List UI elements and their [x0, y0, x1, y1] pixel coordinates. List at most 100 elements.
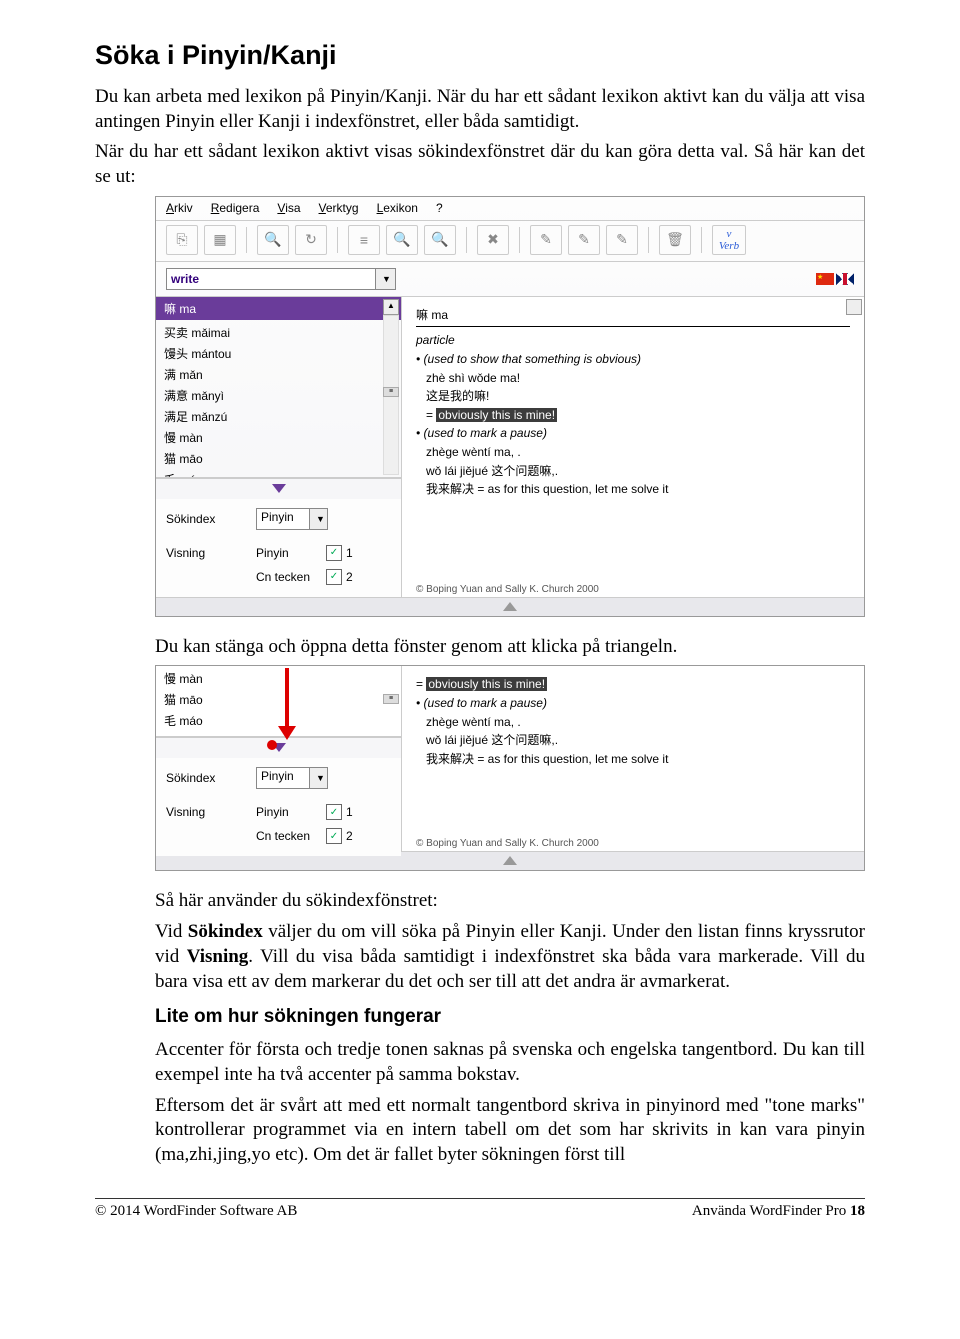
para-4a: Så här använder du sökindexfönstret: [155, 889, 865, 914]
subheading: Lite om hur sökningen fungerar [155, 1006, 865, 1028]
app-window-2: ≡ 慢 màn 猫 māo 毛 máo Söki [155, 665, 865, 871]
entry-example-pinyin2: wǒ lái jiějué 这个问题嘛,. [416, 464, 850, 480]
checkbox-cntecken[interactable]: ✓ [326, 828, 342, 844]
triangle-up-icon [503, 602, 517, 611]
paste-icon[interactable]: ▦ [204, 225, 236, 255]
pen1-icon[interactable]: ✎ [530, 225, 562, 255]
para-3: Du kan stänga och öppna detta fönster ge… [155, 635, 865, 660]
search-input[interactable] [166, 268, 376, 290]
checkbox-cntecken[interactable]: ✓ [326, 569, 342, 585]
label-visning: Visning [166, 805, 256, 819]
para-1: Du kan arbeta med lexikon på Pinyin/Kanj… [95, 85, 865, 134]
wordlist: ▲ ≡ 嘛 ma 买卖 mǎimai 馒头 mántou 满 mǎn 满意 mǎ… [156, 297, 401, 478]
entry-example-line: 我来解决 = as for this question, let me solv… [416, 752, 850, 768]
list-item[interactable]: 慢 màn [156, 668, 401, 689]
app-window: Arkiv Redigera Visa Verktyg Lexikon ? ⎘ … [155, 196, 865, 617]
search2-icon[interactable]: 🔍 [424, 225, 456, 255]
entry-sense: (used to mark a pause) [416, 426, 850, 442]
entry-example-pinyin: zhège wèntí ma, . [416, 715, 850, 731]
footer-right: Använda WordFinder Pro 18 [692, 1203, 865, 1220]
label-cntecken: Cn tecken [256, 570, 326, 584]
checkbox-pinyin[interactable]: ✓ [326, 545, 342, 561]
flag-cn-icon[interactable] [816, 273, 834, 285]
list-item[interactable]: 猫 māo [156, 448, 401, 469]
menu-visa[interactable]: Visa [277, 201, 300, 215]
entry-example-pinyin: zhè shì wǒde ma! [416, 371, 850, 387]
scroll-up-icon[interactable]: ▲ [383, 299, 399, 315]
para-4b: Vid Sökindex väljer du om vill söka på P… [155, 920, 865, 994]
para-5: Accenter för första och tredje tonen sak… [155, 1038, 865, 1087]
menu-redigera[interactable]: Redigera [211, 201, 260, 215]
menu-lexikon[interactable]: Lexikon [377, 201, 418, 215]
settings-panel: Sökindex Pinyin▼ Visning Pinyin ✓1 Cn te… [156, 758, 401, 856]
entry-panel: = obviously this is mine! (used to mark … [402, 666, 864, 851]
checkbox-pinyin[interactable]: ✓ [326, 804, 342, 820]
para-2: När du har ett sådant lexikon aktivt vis… [95, 140, 865, 189]
zoom-in-icon[interactable]: 🔍 [257, 225, 289, 255]
page-heading: Söka i Pinyin/Kanji [95, 40, 865, 71]
flag-gb-icon[interactable] [836, 273, 854, 285]
scroll-up-icon[interactable] [846, 299, 862, 315]
wordlist: ≡ 慢 màn 猫 māo 毛 máo [156, 666, 401, 737]
label-pinyin: Pinyin [256, 805, 326, 819]
menu-verktyg[interactable]: Verktyg [319, 201, 359, 215]
copy-icon[interactable]: ⎘ [166, 225, 198, 255]
list-item[interactable]: 满 mǎn [156, 364, 401, 385]
triangle-up-icon [503, 856, 517, 865]
sokindex-select[interactable]: Pinyin▼ [256, 508, 328, 530]
entry-copyright: © Boping Yuan and Sally K. Church 2000 [416, 838, 599, 849]
sokindex-select[interactable]: Pinyin▼ [256, 767, 328, 789]
entry-headword: 嘛 ma [416, 308, 850, 328]
entry-pos: particle [416, 333, 850, 349]
entry-panel: 嘛 ma particle (used to show that somethi… [402, 297, 864, 597]
menubar: Arkiv Redigera Visa Verktyg Lexikon ? [156, 197, 864, 221]
list-item[interactable]: 满足 mǎnzú [156, 406, 401, 427]
annotation-dot-icon [267, 740, 277, 750]
order-1: 1 [346, 546, 353, 560]
entry-example-cn: 这是我的嘛! [416, 389, 850, 405]
list-item[interactable]: 满意 mǎnyì [156, 385, 401, 406]
footer-left: © 2014 WordFinder Software AB [95, 1203, 297, 1220]
verb-icon[interactable]: vVerb [712, 225, 746, 255]
list-icon[interactable]: ≡ [348, 225, 380, 255]
para-6: Eftersom det är svårt att med ett normal… [155, 1094, 865, 1168]
search-dropdown-button[interactable]: ▼ [376, 268, 396, 290]
pen3-icon[interactable]: ✎ [606, 225, 638, 255]
search-row: ▼ [156, 262, 864, 297]
entry-example-pinyin2: wǒ lái jiějué 这个问题嘛,. [416, 733, 850, 749]
label-sokindex: Sökindex [166, 512, 256, 526]
wordlist-header: 嘛 ma [156, 297, 401, 320]
scroll-thumb-icon[interactable]: ≡ [383, 694, 399, 704]
triangle-down-icon [272, 484, 286, 493]
page-footer: © 2014 WordFinder Software AB Använda Wo… [95, 1198, 865, 1230]
label-sokindex: Sökindex [166, 771, 256, 785]
collapse-panel-button[interactable] [156, 737, 401, 758]
collapse-panel-button[interactable] [156, 478, 401, 499]
menu-arkiv[interactable]: Arkiv [166, 201, 193, 215]
list-item[interactable]: 慢 màn [156, 427, 401, 448]
cancel-icon[interactable]: ✖ [477, 225, 509, 255]
label-cntecken: Cn tecken [256, 829, 326, 843]
entry-example-translation: = obviously this is mine! [416, 408, 850, 424]
expand-tab[interactable] [156, 597, 864, 616]
list-item[interactable]: 毛 máo [156, 469, 401, 478]
list-item[interactable]: 买卖 mǎimai [156, 322, 401, 343]
list-item[interactable]: 馒头 mántou [156, 343, 401, 364]
pen2-icon[interactable]: ✎ [568, 225, 600, 255]
entry-example-translation: = obviously this is mine! [416, 677, 850, 693]
scroll-thumb-icon[interactable]: ≡ [383, 387, 399, 397]
reload-icon[interactable]: ↻ [295, 225, 327, 255]
settings-panel: Sökindex Pinyin▼ Visning Pinyin ✓1 Cn te… [156, 499, 401, 597]
entry-copyright: © Boping Yuan and Sally K. Church 2000 [416, 584, 599, 595]
entry-sense: (used to mark a pause) [416, 696, 850, 712]
entry-sense: (used to show that something is obvious) [416, 352, 850, 368]
label-pinyin: Pinyin [256, 546, 326, 560]
search-icon[interactable]: 🔍 [386, 225, 418, 255]
toolbar: ⎘ ▦ 🔍 ↻ ≡ 🔍 🔍 ✖ ✎ ✎ ✎ 🗑 vVerb [156, 221, 864, 262]
order-2: 2 [346, 570, 353, 584]
trash-icon[interactable]: 🗑 [659, 225, 691, 255]
menu-help[interactable]: ? [436, 201, 443, 215]
entry-example-line: 我来解决 = as for this question, let me solv… [416, 482, 850, 498]
list-item[interactable]: 毛 máo [156, 710, 401, 731]
list-item[interactable]: 猫 māo [156, 689, 401, 710]
